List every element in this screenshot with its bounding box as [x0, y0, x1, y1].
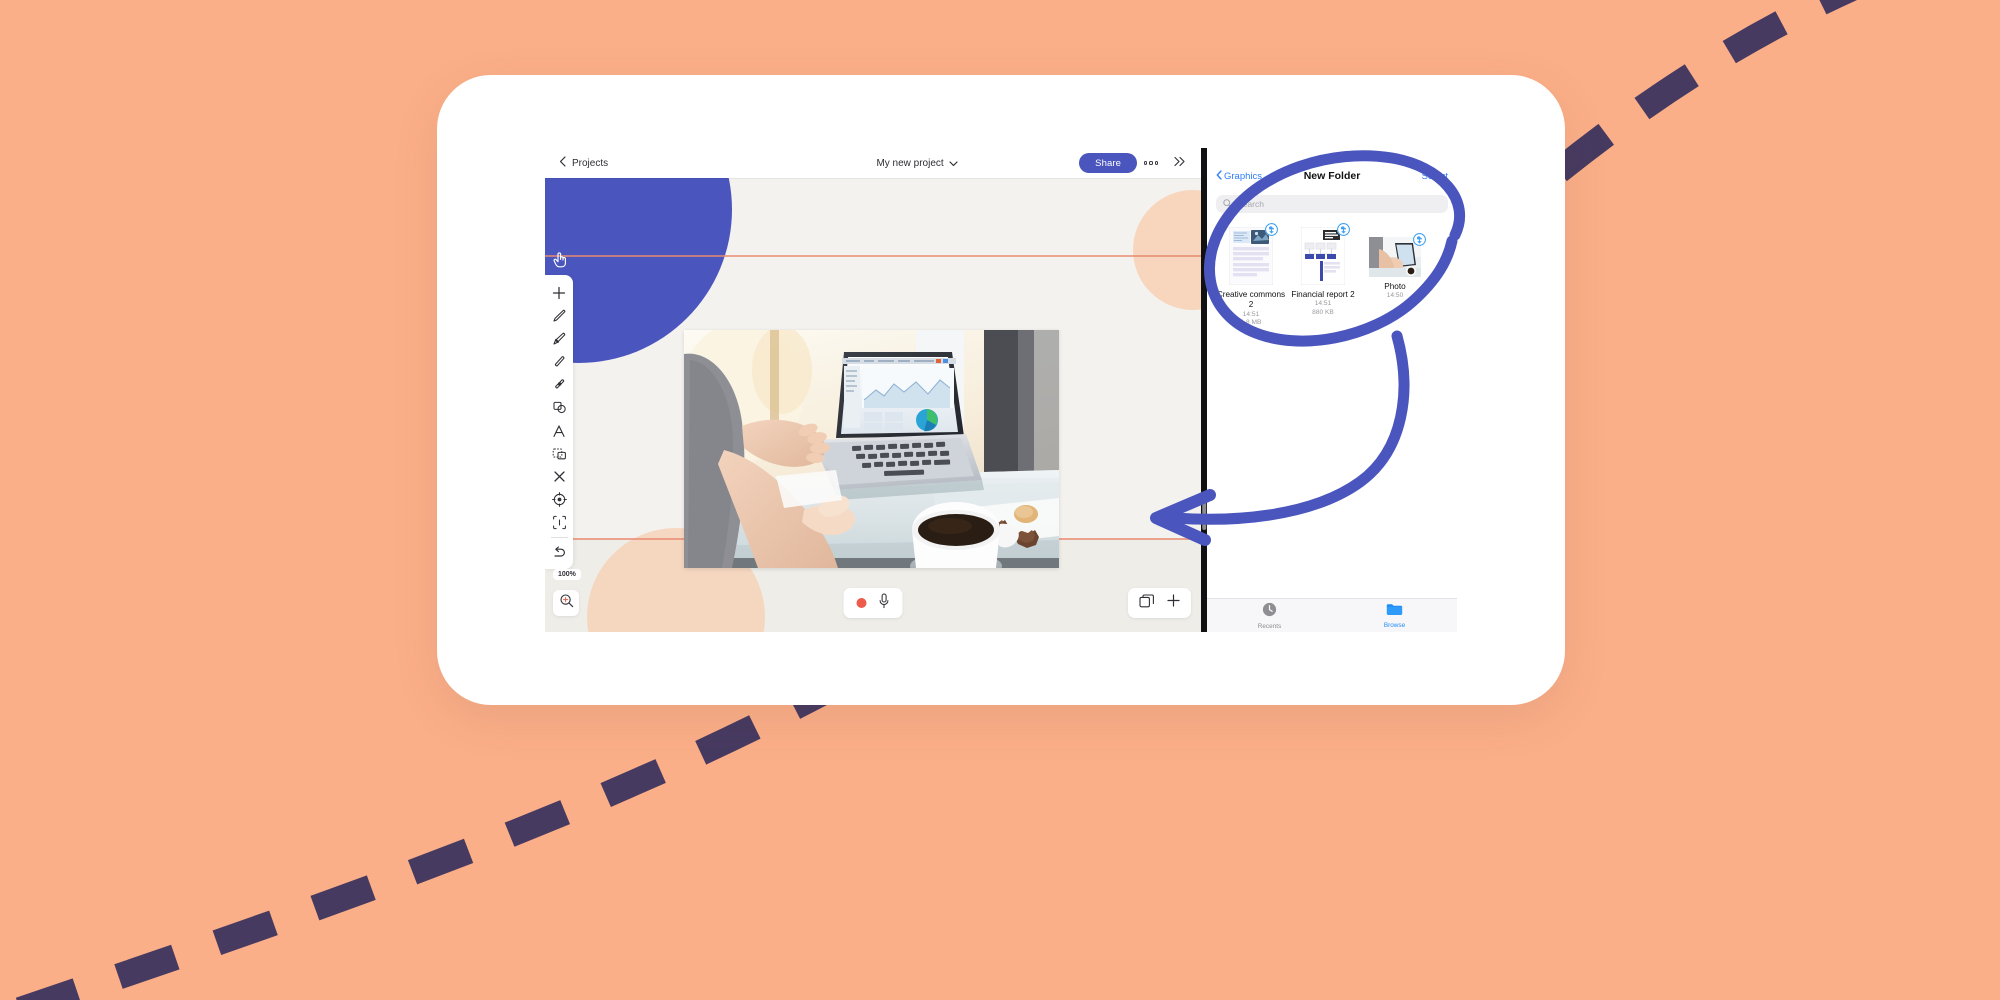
projects-back-label: Projects	[572, 157, 609, 169]
tool-delete[interactable]	[545, 465, 573, 488]
tab-recents-label: Recents	[1257, 622, 1282, 630]
tool-undo[interactable]	[545, 541, 573, 564]
file-time: 14:51	[1314, 300, 1332, 308]
projects-back-button[interactable]: Projects	[545, 154, 755, 172]
cloud-download-icon[interactable]	[1265, 223, 1278, 236]
toolbar-rail	[545, 275, 573, 569]
file-item[interactable]: Creative commons 2 14:51 1,8 MB	[1215, 223, 1287, 328]
zoom-level-badge: 100%	[553, 569, 581, 580]
cloud-download-icon[interactable]	[1413, 233, 1426, 246]
folder-icon	[1386, 602, 1403, 621]
tool-add[interactable]	[545, 281, 573, 304]
tool-target[interactable]	[545, 488, 573, 511]
file-thumbnail-document	[1229, 223, 1278, 285]
tab-recents[interactable]: Recents	[1207, 602, 1332, 630]
cloud-download-icon[interactable]	[1337, 223, 1350, 236]
tool-hand[interactable]	[545, 248, 573, 275]
file-item[interactable]: Financial report 2 14:51 880 KB	[1287, 223, 1359, 328]
magnifier-plus-icon	[559, 593, 574, 613]
three-dots-icon	[1143, 161, 1159, 165]
tab-browse[interactable]: Browse	[1332, 602, 1457, 629]
tool-eraser[interactable]	[545, 350, 573, 373]
file-thumbnail-document	[1301, 223, 1350, 285]
chevron-down-icon	[949, 154, 958, 172]
files-header: Graphics New Folder Select	[1207, 163, 1457, 189]
file-name: Creative commons 2	[1216, 290, 1286, 310]
tablet-screen: Projects My new project Share 100% Graph…	[545, 148, 1457, 632]
hand-pointer-icon	[552, 251, 567, 273]
select-button[interactable]: Select	[1376, 171, 1448, 182]
plus-icon	[1167, 594, 1180, 611]
canvas-photo-object[interactable]	[684, 330, 1059, 568]
file-grid: Creative commons 2 14:51 1,8 MB Financia…	[1207, 213, 1457, 328]
chevron-double-right-icon	[1173, 154, 1186, 172]
chevron-left-icon	[559, 154, 566, 172]
tool-shapes[interactable]	[545, 396, 573, 419]
split-view-drag-handle[interactable]	[1202, 496, 1206, 530]
files-back-button[interactable]: Graphics	[1216, 169, 1288, 183]
files-app-pane: Graphics New Folder Select Search Creati…	[1207, 148, 1457, 632]
record-dot-icon[interactable]	[856, 598, 867, 608]
file-size: 1,8 MB	[1240, 319, 1262, 327]
tab-browse-label: Browse	[1383, 622, 1406, 629]
file-name: Financial report 2	[1291, 290, 1355, 299]
files-back-label: Graphics	[1224, 170, 1263, 182]
tool-text[interactable]	[545, 419, 573, 442]
record-controls	[843, 588, 903, 618]
topbar-actions: Share	[1079, 150, 1201, 176]
search-icon	[1223, 195, 1232, 213]
search-placeholder: Search	[1237, 199, 1264, 209]
search-input[interactable]: Search	[1216, 195, 1448, 213]
tool-fill[interactable]	[545, 373, 573, 396]
tool-marker[interactable]	[545, 327, 573, 350]
clock-icon	[1262, 602, 1277, 622]
expand-panel-button[interactable]	[1165, 150, 1193, 176]
file-time: 14:50	[1386, 292, 1404, 300]
tool-select-object[interactable]	[545, 442, 573, 465]
file-thumbnail-photo	[1369, 233, 1426, 277]
toolbar-divider	[550, 537, 568, 538]
folder-title: New Folder	[1303, 170, 1361, 182]
more-options-button[interactable]	[1137, 150, 1165, 176]
tool-pen[interactable]	[545, 304, 573, 327]
panel-drag-grabber[interactable]	[1319, 157, 1345, 161]
canvas-topbar: Projects My new project Share	[545, 148, 1201, 178]
canvas-app-pane: Projects My new project Share 100%	[545, 148, 1201, 632]
pages-controls	[1128, 588, 1191, 618]
pages-stack-icon	[1139, 593, 1155, 612]
add-page-button[interactable]	[1167, 594, 1180, 612]
files-tabbar: Recents Browse	[1207, 598, 1457, 632]
project-title-menu[interactable]: My new project	[755, 154, 1079, 172]
file-time: 14:51	[1242, 310, 1260, 318]
zoom-button[interactable]	[553, 590, 579, 616]
project-title: My new project	[876, 157, 944, 169]
file-item-photo[interactable]: Photo 14:50	[1359, 227, 1431, 328]
canvas-guide-line-top	[545, 255, 1201, 257]
microphone-button[interactable]	[879, 592, 890, 614]
share-button[interactable]: Share	[1079, 153, 1137, 173]
file-name: Photo	[1384, 282, 1406, 291]
tablet-device: Projects My new project Share 100% Graph…	[437, 75, 1565, 705]
chevron-left-icon	[1216, 169, 1222, 183]
microphone-icon	[879, 592, 890, 613]
tool-crop[interactable]	[545, 511, 573, 534]
pages-button[interactable]	[1139, 593, 1155, 613]
file-size: 880 KB	[1312, 309, 1334, 317]
